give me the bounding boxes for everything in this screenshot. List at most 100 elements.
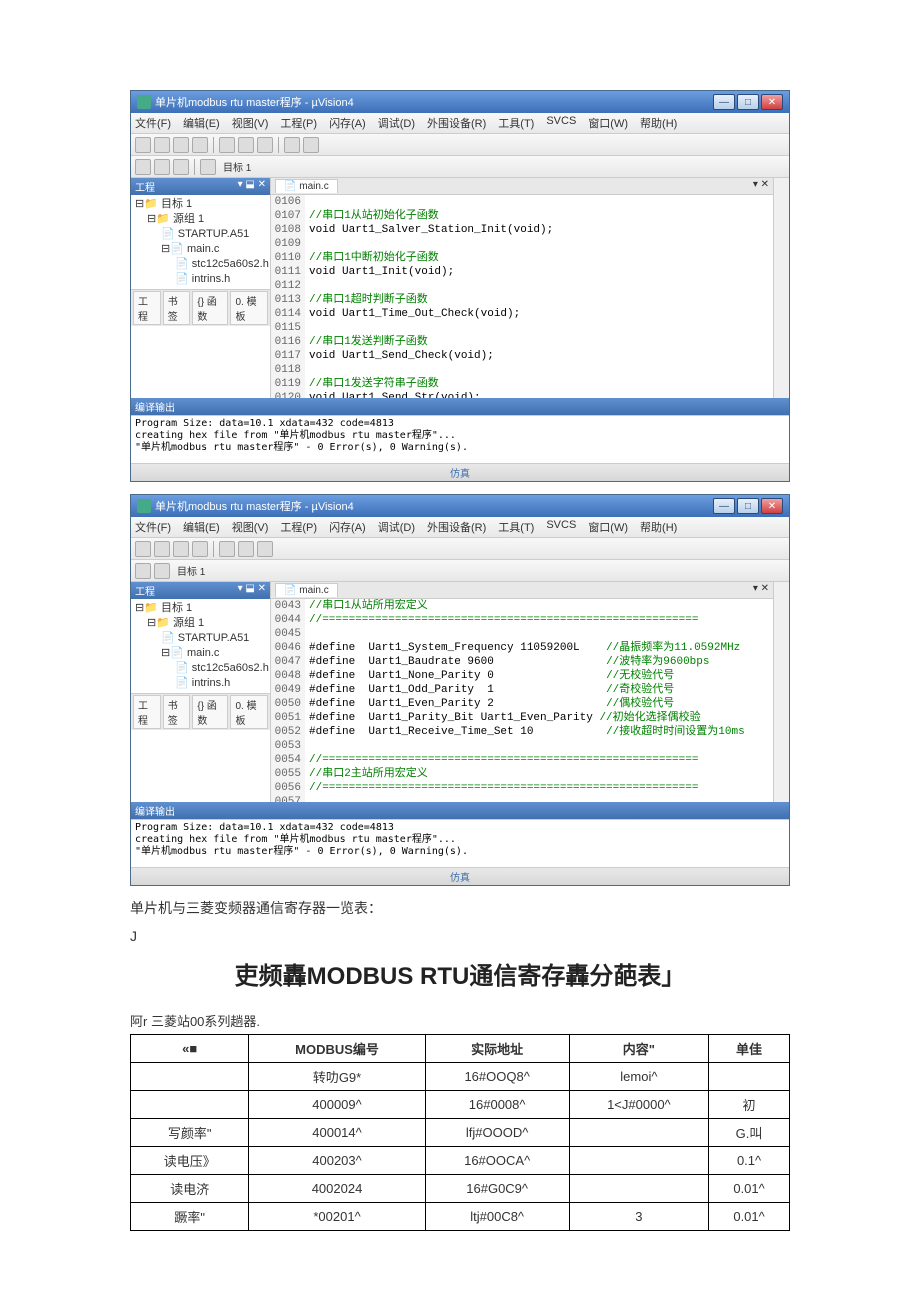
editor-close-icon[interactable]: ▾ ✕ — [753, 583, 769, 594]
menu-peripheral[interactable]: 外围设备(R) — [427, 115, 486, 131]
menu-help[interactable]: 帮助(H) — [640, 519, 677, 535]
titlebar[interactable]: 单片机modbus rtu master程序 - µVision4 — □ ✕ — [131, 495, 789, 517]
tree-file[interactable]: ⊟📄 main.c — [135, 646, 266, 661]
translate-icon[interactable] — [173, 159, 189, 175]
tab-templates[interactable]: 0. 模板 — [230, 695, 268, 729]
table-cell: 蹶率" — [131, 1203, 249, 1231]
toolbar-1 — [131, 134, 789, 156]
build-output: Program Size: data=10.1 xdata=432 code=4… — [131, 415, 789, 463]
menu-view[interactable]: 视图(V) — [232, 115, 269, 131]
tree-file[interactable]: ⊟📄 main.c — [135, 242, 266, 257]
table-cell: 1<J#0000^ — [569, 1091, 708, 1119]
maximize-button[interactable]: □ — [737, 94, 759, 110]
new-icon[interactable] — [135, 137, 151, 153]
menu-help[interactable]: 帮助(H) — [640, 115, 677, 131]
toolbar-1 — [131, 538, 789, 560]
tab-functions[interactable]: {} 函数 — [192, 291, 228, 325]
tree-file[interactable]: 📄 stc12c5a60s2.h — [135, 661, 266, 676]
tab-project[interactable]: 工程 — [133, 291, 161, 325]
tree-group[interactable]: ⊟📁 源组 1 — [135, 616, 266, 631]
titlebar[interactable]: 单片机modbus rtu master程序 - µVision4 — □ ✕ — [131, 91, 789, 113]
sidebar-pin-icon[interactable]: ▾ ⬓ ✕ — [238, 179, 266, 194]
editor-scrollbar[interactable] — [773, 582, 789, 802]
table-cell: 读电济 — [131, 1175, 249, 1203]
table-caption: 阿r 三菱站00系列趟器. — [130, 1011, 790, 1030]
saveall-icon[interactable] — [192, 137, 208, 153]
build-icon[interactable] — [135, 563, 151, 579]
tree-file[interactable]: 📄 stc12c5a60s2.h — [135, 257, 266, 272]
sidebar-pin-icon[interactable]: ▾ ⬓ ✕ — [238, 583, 266, 598]
output-header: 编译输出 — [131, 802, 789, 819]
tab-functions[interactable]: {} 函数 — [192, 695, 228, 729]
table-cell: 写颜率" — [131, 1119, 249, 1147]
save-icon[interactable] — [173, 137, 189, 153]
editor-close-icon[interactable]: ▾ ✕ — [753, 179, 769, 190]
tree-target[interactable]: ⊟📁 目标 1 — [135, 601, 266, 616]
menu-flash[interactable]: 闪存(A) — [329, 519, 366, 535]
editor-scrollbar[interactable] — [773, 178, 789, 398]
minimize-button[interactable]: — — [713, 94, 735, 110]
tab-bookmarks[interactable]: 书签 — [163, 291, 191, 325]
code-editor[interactable]: 0043//串口1从站所用宏定义0044//==================… — [271, 599, 773, 802]
menu-tools[interactable]: 工具(T) — [498, 115, 534, 131]
build-icon[interactable] — [135, 159, 151, 175]
menu-window[interactable]: 窗口(W) — [588, 115, 628, 131]
table-cell — [569, 1119, 708, 1147]
table-row: 转叻G9*16#OOQ8^lemoi^ — [131, 1063, 790, 1091]
table-cell: lfj#OOOD^ — [425, 1119, 569, 1147]
window-title: 单片机modbus rtu master程序 - µVision4 — [155, 498, 354, 514]
register-table: «■MODBUS编号实际地址内容"单佳 转叻G9*16#OOQ8^lemoi^4… — [130, 1034, 790, 1231]
tree-target[interactable]: ⊟📁 目标 1 — [135, 197, 266, 212]
download-icon[interactable] — [200, 159, 216, 175]
menu-file[interactable]: 文件(F) — [135, 519, 171, 535]
saveall-icon[interactable] — [192, 541, 208, 557]
menu-flash[interactable]: 闪存(A) — [329, 115, 366, 131]
table-cell — [709, 1063, 790, 1091]
paste-icon[interactable] — [257, 137, 273, 153]
code-editor[interactable]: 01060107//串口1从站初始化子函数0108void Uart1_Salv… — [271, 195, 773, 398]
copy-icon[interactable] — [238, 137, 254, 153]
table-row: 蹶率"*00201^ltj#00C8^30.01^ — [131, 1203, 790, 1231]
close-button[interactable]: ✕ — [761, 94, 783, 110]
project-sidebar: 工程 ▾ ⬓ ✕ ⊟📁 目标 1 ⊟📁 源组 1 📄 STARTUP.A51 ⊟📄… — [131, 582, 271, 802]
menu-svcs[interactable]: SVCS — [546, 519, 576, 535]
undo-icon[interactable] — [284, 137, 300, 153]
cut-icon[interactable] — [219, 137, 235, 153]
editor-tab-mainc[interactable]: 📄 main.c — [275, 179, 338, 193]
copy-icon[interactable] — [238, 541, 254, 557]
rebuild-icon[interactable] — [154, 159, 170, 175]
menu-debug[interactable]: 调试(D) — [378, 115, 415, 131]
paste-icon[interactable] — [257, 541, 273, 557]
menu-view[interactable]: 视图(V) — [232, 519, 269, 535]
new-icon[interactable] — [135, 541, 151, 557]
close-button[interactable]: ✕ — [761, 498, 783, 514]
redo-icon[interactable] — [303, 137, 319, 153]
minimize-button[interactable]: — — [713, 498, 735, 514]
menu-file[interactable]: 文件(F) — [135, 115, 171, 131]
menu-svcs[interactable]: SVCS — [546, 115, 576, 131]
tree-file[interactable]: 📄 intrins.h — [135, 676, 266, 691]
tab-templates[interactable]: 0. 模板 — [230, 291, 268, 325]
tab-project[interactable]: 工程 — [133, 695, 161, 729]
menu-edit[interactable]: 编辑(E) — [183, 115, 220, 131]
rebuild-icon[interactable] — [154, 563, 170, 579]
cut-icon[interactable] — [219, 541, 235, 557]
maximize-button[interactable]: □ — [737, 498, 759, 514]
open-icon[interactable] — [154, 137, 170, 153]
menu-debug[interactable]: 调试(D) — [378, 519, 415, 535]
menu-peripheral[interactable]: 外围设备(R) — [427, 519, 486, 535]
tree-group[interactable]: ⊟📁 源组 1 — [135, 212, 266, 227]
menu-window[interactable]: 窗口(W) — [588, 519, 628, 535]
editor-tab-mainc[interactable]: 📄 main.c — [275, 583, 338, 597]
save-icon[interactable] — [173, 541, 189, 557]
menu-tools[interactable]: 工具(T) — [498, 519, 534, 535]
menu-project[interactable]: 工程(P) — [280, 519, 317, 535]
tree-file[interactable]: 📄 STARTUP.A51 — [135, 227, 266, 242]
tree-file[interactable]: 📄 intrins.h — [135, 272, 266, 287]
menu-project[interactable]: 工程(P) — [280, 115, 317, 131]
menu-edit[interactable]: 编辑(E) — [183, 519, 220, 535]
open-icon[interactable] — [154, 541, 170, 557]
table-cell: 400009^ — [249, 1091, 425, 1119]
tab-bookmarks[interactable]: 书签 — [163, 695, 191, 729]
tree-file[interactable]: 📄 STARTUP.A51 — [135, 631, 266, 646]
